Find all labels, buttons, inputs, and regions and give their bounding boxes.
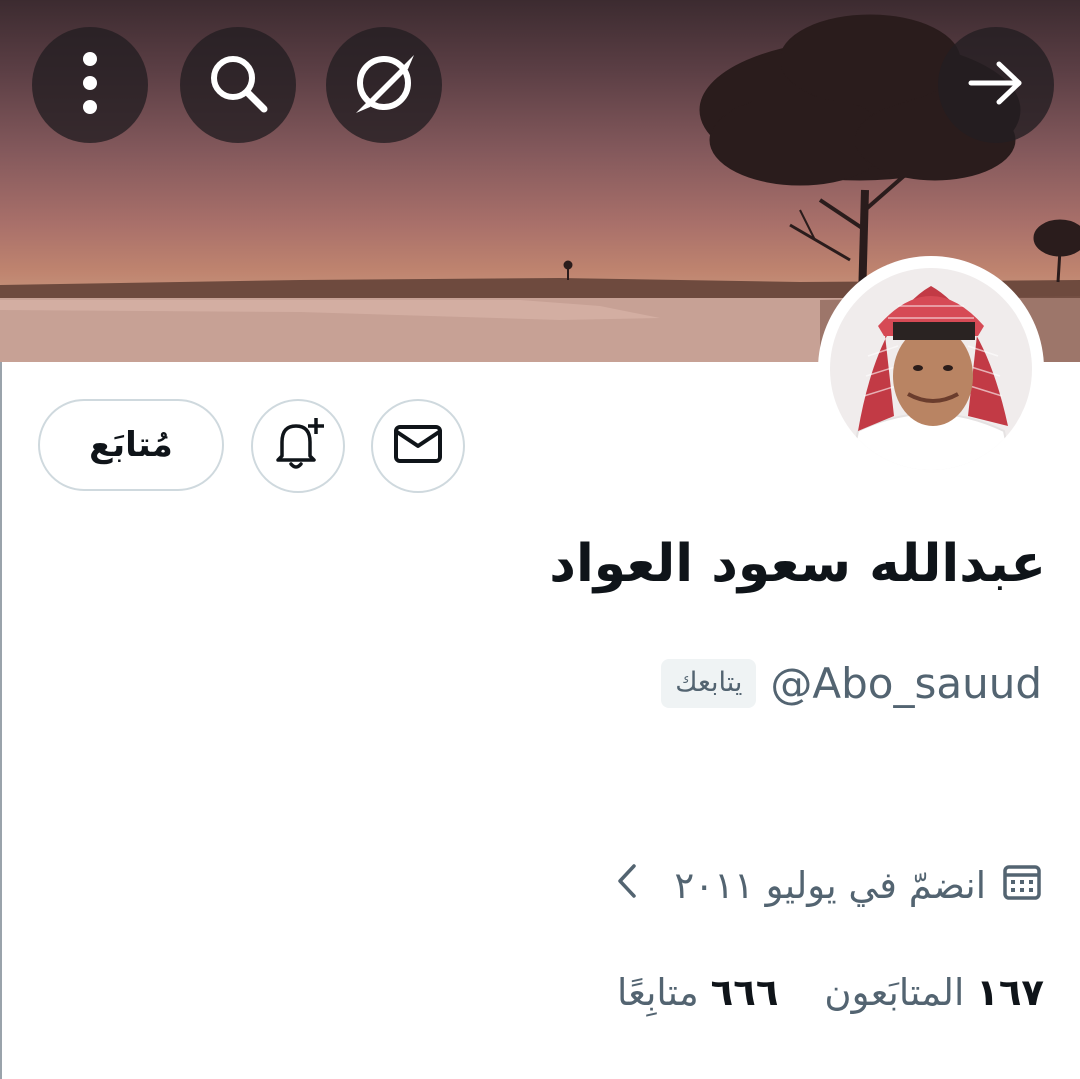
following-button-label: مُتابَع bbox=[89, 425, 173, 465]
handle-row: @Abo_sauud يتابعك bbox=[661, 650, 1042, 716]
display-name: عبدالله سعود العواد bbox=[549, 534, 1046, 594]
back-button[interactable] bbox=[938, 27, 1054, 143]
arrow-right-icon bbox=[967, 60, 1025, 110]
user-handle: @Abo_sauud bbox=[770, 658, 1042, 708]
follows-you-badge: يتابعك bbox=[661, 658, 757, 708]
more-options-button[interactable] bbox=[32, 27, 148, 143]
followers-label: المتابَعون bbox=[824, 970, 965, 1014]
following-link[interactable]: ٦٦٦ متابِعًا bbox=[617, 971, 778, 1014]
calendar-icon bbox=[1002, 861, 1042, 910]
following-button[interactable]: مُتابَع bbox=[38, 399, 224, 491]
envelope-icon bbox=[393, 424, 443, 468]
following-label: متابِعًا bbox=[616, 970, 699, 1014]
no-sign-icon bbox=[348, 47, 420, 123]
bell-plus-icon bbox=[268, 416, 328, 476]
following-count: ٦٦٦ bbox=[710, 970, 779, 1014]
block-button[interactable] bbox=[326, 27, 442, 143]
followers-link[interactable]: ١٦٧ المتابَعون bbox=[824, 971, 1044, 1014]
search-icon bbox=[206, 51, 270, 119]
follow-stats: ١٦٧ المتابَعون ٦٦٦ متابِعًا bbox=[617, 962, 1044, 1022]
message-button[interactable] bbox=[371, 399, 465, 493]
avatar[interactable] bbox=[818, 256, 1044, 482]
search-button[interactable] bbox=[180, 27, 296, 143]
notifications-button[interactable] bbox=[251, 399, 345, 493]
chevron-left-icon[interactable] bbox=[616, 863, 638, 908]
joined-date-row[interactable]: انضمّ في يوليو ٢٠١١ bbox=[616, 855, 1042, 915]
more-vertical-icon bbox=[80, 51, 100, 119]
followers-count: ١٦٧ bbox=[976, 970, 1044, 1014]
profile-screen: مُتابَع عبدالله سعود العواد @Abo_sauud ي… bbox=[0, 0, 1080, 1079]
joined-date-text: انضمّ في يوليو ٢٠١١ bbox=[674, 863, 986, 907]
